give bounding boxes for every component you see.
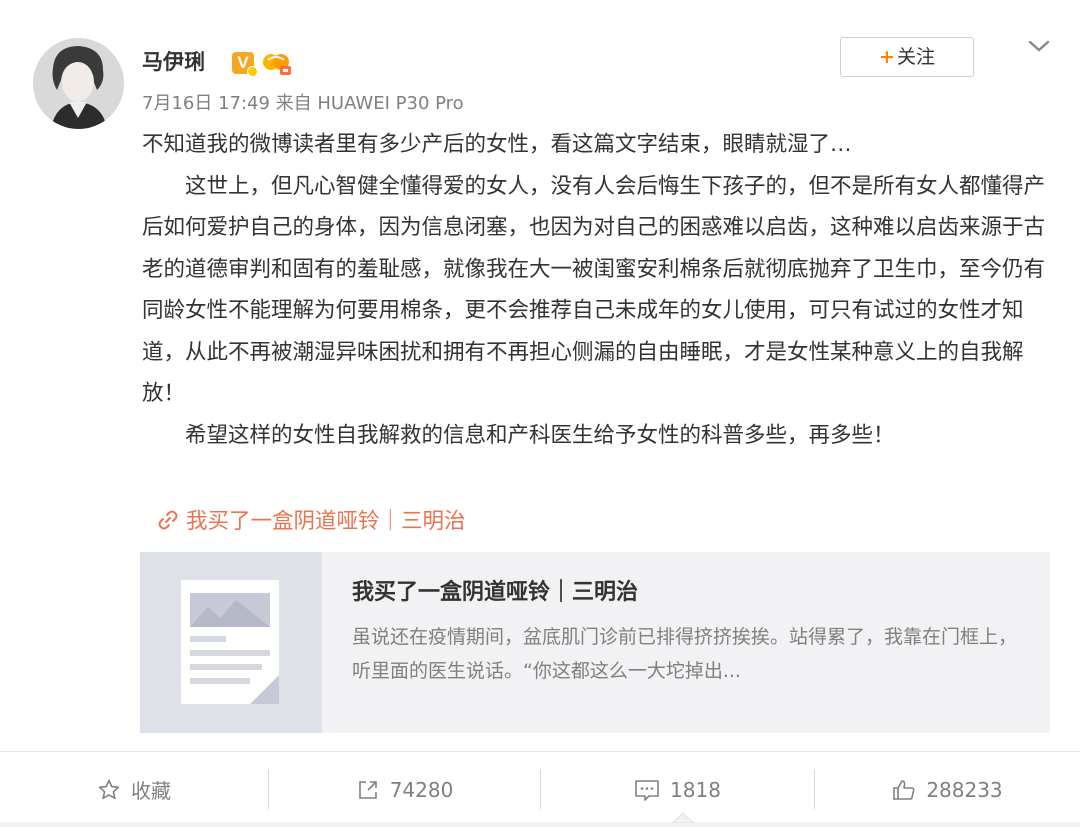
article-card-description: 虽说还在疫情期间，盆底肌门诊前已排得挤挤挨挨。站得累了，我靠在门框上，听里面的医… [352,626,1018,682]
chevron-down-icon[interactable] [1027,38,1051,54]
favorite-button[interactable]: 收藏 [0,752,268,827]
plus-icon: + [879,46,895,68]
post-meta: 7月16日 17:49 来自 HUAWEI P30 Pro [142,93,464,114]
action-bar: 收藏 74280 1818 288233 [0,752,1080,827]
fan-badge-icon [263,54,291,75]
star-icon [98,779,120,799]
repost-count: 74280 [389,777,454,802]
article-link-text: 我买了一盒阴道哑铃｜三明治 [186,509,466,534]
bottom-rule [0,822,1080,827]
article-card[interactable]: 我买了一盒阴道哑铃｜三明治 虽说还在疫情期间，盆底肌门诊前已排得挤挤挨挨。站得累… [140,552,1050,733]
comment-count: 1818 [670,777,721,802]
like-count: 288233 [926,777,1003,802]
article-link[interactable]: 我买了一盒阴道哑铃｜三明治 [158,503,466,541]
share-icon [358,780,377,799]
author-name[interactable]: 马伊琍 [142,42,205,82]
favorite-label: 收藏 [131,779,171,803]
article-icon [181,580,279,704]
repost-button[interactable]: 74280 [269,752,540,827]
comment-icon [635,779,659,801]
post-paragraph: 这世上，但凡心智健全懂得爱的女人，没有人会后悔生下孩子的，但不是所有女人都懂得产… [142,173,1046,407]
like-button[interactable]: 288233 [815,752,1080,827]
thumbs-up-icon [893,779,915,800]
post-content: 不知道我的微博读者里有多少产后的女性，看这篇文字结束，眼睛就湿了… 这世上，但凡… [142,124,1052,456]
article-card-title: 我买了一盒阴道哑铃｜三明治 [352,580,639,605]
follow-label: 关注 [896,46,935,68]
post-paragraph: 希望这样的女性自我解救的信息和产科医生给予女性的科普多些，再多些！ [185,422,895,448]
follow-button[interactable]: + 关注 [840,37,974,77]
link-icon [158,510,178,530]
post-paragraph: 不知道我的微博读者里有多少产后的女性，看这篇文字结束，眼睛就湿了… [142,132,852,157]
avatar[interactable] [33,38,124,129]
verified-badge-icon: V [232,52,258,77]
article-thumbnail [140,552,322,733]
avatar-image [33,38,124,129]
comment-caret-icon [672,812,694,823]
